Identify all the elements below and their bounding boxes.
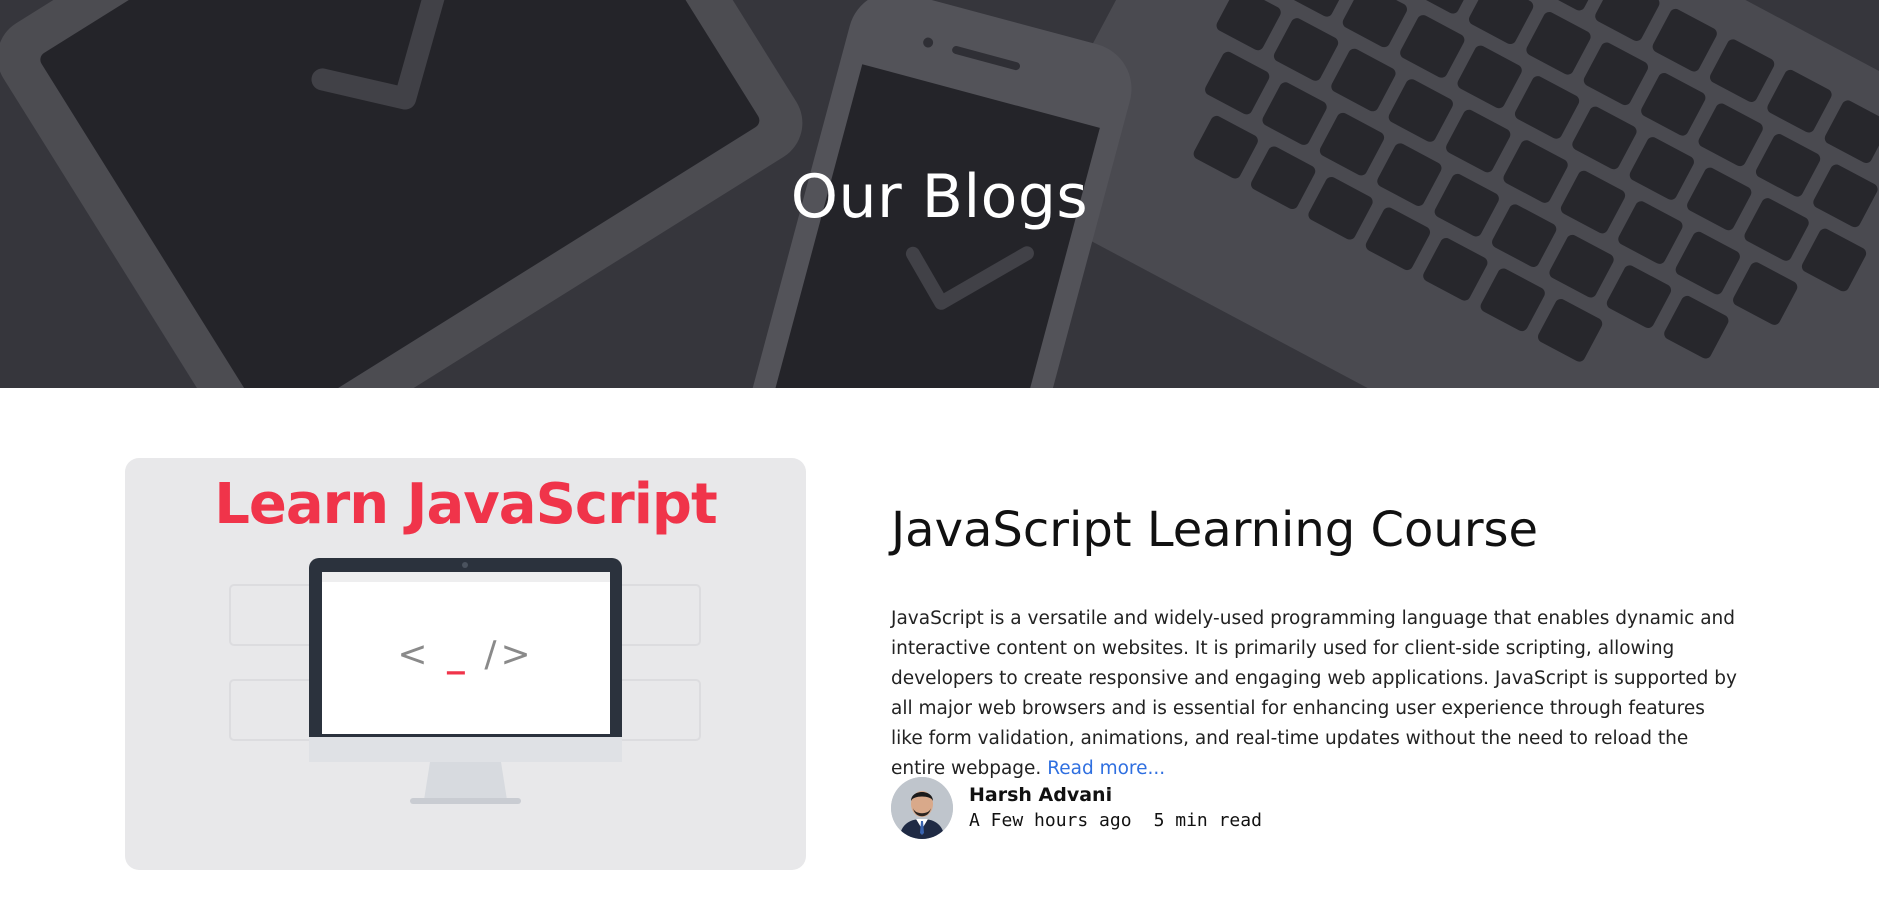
author-details: Harsh Advani A Few hours ago 5 min read: [969, 782, 1262, 834]
post-meta: A Few hours ago 5 min read: [969, 808, 1262, 834]
author-info: Harsh Advani A Few hours ago 5 min read: [891, 776, 1262, 840]
page-title: Our Blogs: [790, 162, 1089, 233]
blog-title[interactable]: JavaScript Learning Course: [891, 502, 1538, 558]
blog-excerpt: JavaScript is a versatile and widely-use…: [891, 604, 1741, 784]
post-time: A Few hours ago: [969, 810, 1132, 831]
blog-card: Learn JavaScript < _ /> JavaScript Learn…: [125, 458, 1745, 870]
avatar[interactable]: [891, 777, 953, 839]
code-icon: < _ />: [397, 634, 535, 675]
read-time: 5 min read: [1153, 810, 1262, 831]
author-name[interactable]: Harsh Advani: [969, 782, 1262, 808]
author-photo: [891, 777, 953, 839]
blog-thumbnail[interactable]: Learn JavaScript < _ />: [125, 458, 806, 870]
thumbnail-heading: Learn JavaScript: [214, 472, 718, 537]
hero-banner: Our Blogs: [0, 0, 1879, 388]
excerpt-text: JavaScript is a versatile and widely-use…: [891, 608, 1737, 779]
